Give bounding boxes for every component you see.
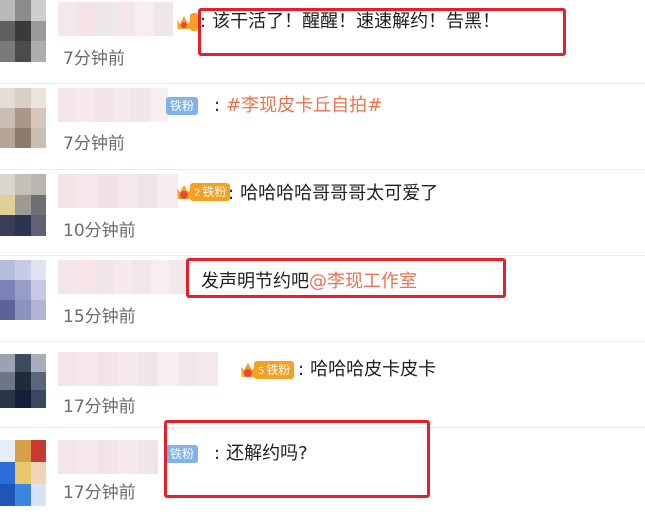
username-blurred[interactable] bbox=[58, 2, 173, 36]
comment-item: 5 铁粉 : 哈哈哈皮卡皮卡 17分钟前 bbox=[0, 342, 645, 428]
username-blurred[interactable] bbox=[58, 88, 168, 122]
comment-text: : 哈哈哈皮卡皮卡 bbox=[298, 359, 437, 380]
comment-time: 17分钟前 bbox=[63, 397, 136, 417]
hashtag-link[interactable]: #李现皮卡丘自拍# bbox=[226, 95, 382, 116]
fan-badge[interactable] bbox=[176, 12, 198, 32]
badge-label: 铁粉 bbox=[166, 97, 199, 115]
comment-item: 2 铁粉 : 哈哈哈哈哥哥哥太可爱了 10分钟前 bbox=[0, 170, 645, 256]
crown-icon bbox=[176, 183, 192, 201]
badge-label: 5 铁粉 bbox=[254, 361, 295, 379]
comment-text: : 哈哈哈哈哥哥哥太可爱了 bbox=[228, 183, 439, 204]
avatar[interactable] bbox=[0, 260, 46, 320]
comment-time: 15分钟前 bbox=[63, 307, 136, 327]
fan-badge[interactable]: 2 铁粉 bbox=[176, 182, 231, 202]
username-blurred[interactable] bbox=[58, 260, 188, 294]
annotation-box bbox=[186, 258, 506, 298]
comment-time: 17分钟前 bbox=[63, 483, 136, 503]
crown-icon bbox=[240, 361, 256, 379]
avatar[interactable] bbox=[0, 354, 46, 408]
avatar[interactable] bbox=[0, 440, 46, 506]
username-blurred[interactable] bbox=[58, 174, 178, 208]
annotation-box bbox=[164, 420, 430, 498]
comment-time: 7分钟前 bbox=[63, 49, 125, 69]
comment-time: 7分钟前 bbox=[63, 134, 125, 154]
comment-item: 铁粉 : #李现皮卡丘自拍# 7分钟前 bbox=[0, 84, 645, 170]
crown-icon bbox=[176, 13, 192, 31]
comment-time: 10分钟前 bbox=[63, 221, 136, 241]
avatar[interactable] bbox=[0, 174, 46, 236]
annotation-box bbox=[198, 8, 566, 56]
fan-badge[interactable]: 铁粉 bbox=[166, 96, 199, 116]
fan-badge[interactable]: 5 铁粉 bbox=[240, 360, 295, 380]
avatar[interactable] bbox=[0, 0, 46, 62]
username-blurred[interactable] bbox=[58, 352, 233, 386]
badge-label: 2 铁粉 bbox=[190, 183, 231, 201]
comment-text: : #李现皮卡丘自拍# bbox=[214, 95, 383, 116]
avatar[interactable] bbox=[0, 88, 46, 148]
username-blurred[interactable] bbox=[58, 440, 163, 474]
